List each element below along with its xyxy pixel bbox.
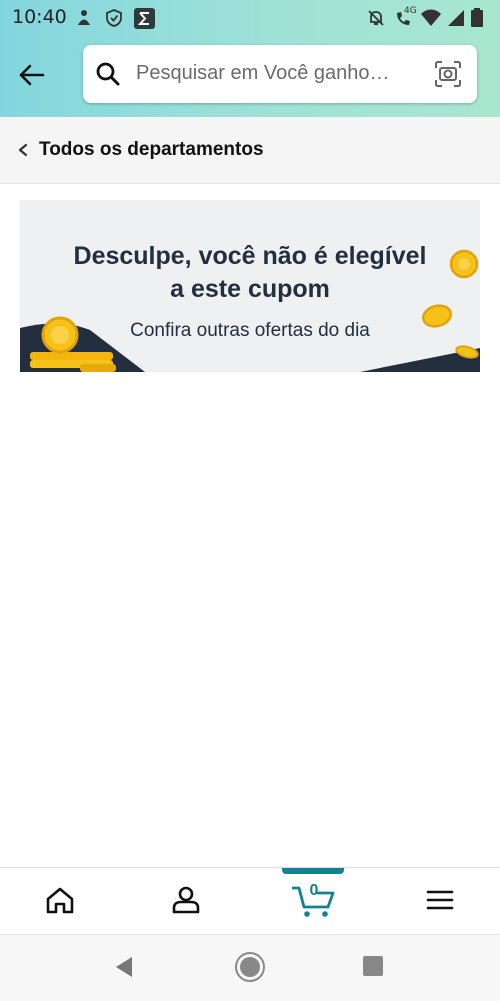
network-type-label: 4G (404, 6, 417, 16)
notifications-off-icon (368, 10, 384, 26)
banner-title-line-1: Desculpe, você não é elegível (73, 242, 427, 270)
signal-icon (448, 10, 464, 26)
coupon-banner: Desculpe, você não é elegível a este cup… (20, 200, 480, 372)
banner-title-line-2: a este cupom (170, 275, 330, 303)
banner-title: Desculpe, você não é elegível a este cup… (20, 240, 480, 306)
system-back-icon[interactable] (112, 955, 136, 979)
battery-icon (471, 8, 483, 27)
system-recents-icon[interactable] (362, 955, 384, 977)
chevron-left-icon (18, 143, 28, 157)
status-time: 10:40 (12, 6, 67, 28)
search-placeholder: Pesquisar em Você ganho… (136, 62, 390, 84)
search-row: Pesquisar em Você ganho… (0, 45, 500, 105)
menu-icon (426, 890, 454, 910)
search-icon (96, 62, 120, 86)
person-badge-icon (78, 10, 90, 25)
system-home-icon[interactable] (234, 951, 266, 983)
nav-home[interactable] (20, 868, 100, 934)
home-icon (46, 887, 74, 914)
app-header: 10:40 4G Pesquisar em Você ganho… (0, 0, 500, 117)
nav-account[interactable] (146, 868, 226, 934)
wifi-icon (421, 9, 441, 26)
camera-search-icon[interactable] (433, 59, 463, 89)
departments-label: Todos os departamentos (39, 139, 264, 160)
search-input[interactable]: Pesquisar em Você ganho… (83, 45, 477, 103)
nav-cart[interactable]: 0 (274, 868, 354, 934)
banner-subtitle: Confira outras ofertas do dia (130, 320, 370, 341)
back-arrow-icon[interactable] (16, 60, 46, 90)
sigma-app-icon (134, 8, 155, 29)
account-icon (172, 886, 200, 914)
shield-icon (106, 9, 122, 27)
status-bar: 10:40 4G (0, 0, 500, 34)
system-navigation-bar (0, 934, 500, 1001)
departments-link[interactable]: Todos os departamentos (0, 117, 500, 184)
cart-icon (292, 886, 335, 917)
nav-menu[interactable] (400, 868, 480, 934)
bottom-navigation: 0 (0, 867, 500, 934)
